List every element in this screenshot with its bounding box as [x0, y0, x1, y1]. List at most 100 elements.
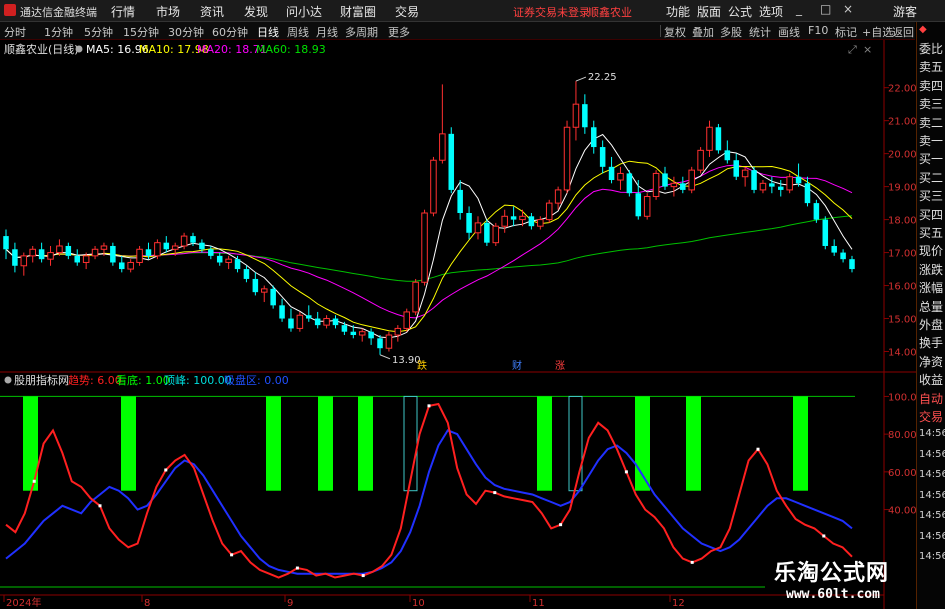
side-item-18[interactable]: 收益 — [919, 371, 943, 388]
candle-body-down — [831, 245, 837, 253]
minimize-button[interactable]: _ — [796, 2, 802, 16]
candle-body-up — [519, 215, 526, 221]
tab-15min[interactable]: 15分钟 — [123, 24, 159, 40]
candle-body-up — [20, 255, 28, 267]
menu-shichang[interactable]: 市场 — [156, 3, 180, 20]
candle-body-down — [288, 318, 294, 329]
trend-point-marker — [427, 404, 431, 408]
candle-body-down — [270, 288, 276, 306]
quote-side-panel: ◆ 委比 卖五卖四 卖三卖二 卖一 买一买二 买三买四 买五 现价涨跌 涨幅总量 外盘 换手净资 收益… — [916, 22, 945, 609]
side-item-9[interactable]: 买四 — [919, 206, 943, 223]
side-item-8[interactable]: 买三 — [919, 187, 943, 204]
side-item-13[interactable]: 涨幅 — [919, 279, 943, 296]
menu-jiaoyi[interactable]: 交易 — [395, 3, 419, 20]
tab-more[interactable]: 更多 — [388, 24, 410, 40]
fuquan-button[interactable]: 复权 — [664, 24, 686, 40]
side-item-5[interactable]: 卖一 — [919, 132, 943, 149]
candle-body-up — [385, 334, 393, 349]
menu-gongneng[interactable]: 功能 — [666, 3, 690, 20]
candle-body-up — [91, 248, 99, 257]
price-tick-label: 17.00 — [888, 249, 916, 260]
candle-body-down — [457, 189, 463, 213]
user-label[interactable]: 游客 — [893, 3, 917, 20]
candle-body-up — [403, 311, 410, 329]
ma60-label: MA60: 18.93 — [256, 43, 326, 56]
candle-body-up — [56, 245, 63, 254]
side-panel-header-icon: ◆ — [919, 24, 927, 35]
candle-body-down — [38, 249, 45, 260]
tab-weekly[interactable]: 周线 — [287, 24, 309, 40]
side-item-15[interactable]: 外盘 — [919, 316, 943, 333]
side-item-4[interactable]: 卖二 — [919, 114, 943, 131]
menu-faxian[interactable]: 发现 — [244, 3, 268, 20]
ma20-line — [5, 164, 853, 319]
back-button[interactable]: 返回 — [892, 24, 914, 40]
menu-zixun[interactable]: 资讯 — [200, 3, 224, 20]
candle-body-down — [12, 249, 18, 266]
chart-close-icon[interactable]: × — [863, 43, 872, 56]
candle-body-up — [786, 176, 793, 191]
side-item-0[interactable]: 委比 — [919, 40, 943, 57]
price-chart-title: 顺鑫农业(日线) — [4, 42, 79, 56]
side-item-14[interactable]: 总量 — [919, 298, 943, 315]
maximize-button[interactable]: □ — [820, 2, 831, 16]
tick-time-1: 14:56 — [919, 448, 945, 460]
tab-30min[interactable]: 30分钟 — [168, 24, 204, 40]
multi-stock-button[interactable]: 多股 — [720, 24, 742, 40]
candle-body-up — [492, 225, 500, 244]
tab-monthly[interactable]: 月线 — [316, 24, 338, 40]
candle-body-up — [652, 172, 660, 198]
f10-button[interactable]: F10 — [808, 24, 828, 37]
tab-60min[interactable]: 60分钟 — [212, 24, 248, 40]
candle-body-up — [741, 169, 749, 178]
trade-login-warning[interactable]: 证券交易未登录 — [513, 4, 590, 20]
high-label: 22.25 — [588, 72, 617, 83]
overlay-button[interactable]: 叠加 — [692, 24, 714, 40]
tab-daily[interactable]: 日线 — [257, 24, 279, 40]
side-item-3[interactable]: 卖三 — [919, 95, 943, 112]
extra-value: 吸盘区: 0.00 — [224, 373, 289, 387]
side-item-16[interactable]: 换手 — [919, 334, 943, 351]
bottom-signal-bar — [318, 396, 333, 491]
trend-point-marker — [361, 574, 365, 578]
tab-multi-period[interactable]: 多周期 — [345, 24, 378, 40]
close-button[interactable]: × — [843, 2, 853, 16]
tab-fenshi[interactable]: 分时 — [4, 24, 26, 40]
side-item-17[interactable]: 净资 — [919, 353, 943, 370]
candle-body-down — [680, 183, 686, 190]
tab-5min[interactable]: 5分钟 — [84, 24, 113, 40]
menu-xuanxiang[interactable]: 选项 — [759, 3, 783, 20]
menu-gongshi[interactable]: 公式 — [728, 3, 752, 20]
price-chart[interactable]: 22.00 21.00 20.00 19.00 18.00 17.00 16.00 15.00… — [0, 40, 916, 373]
side-item-7[interactable]: 买二 — [919, 169, 943, 186]
side-item-11[interactable]: 现价 — [919, 242, 943, 259]
trend-point-marker — [559, 523, 563, 527]
price-tick-label: 20.00 — [888, 150, 916, 161]
chart-expand-icon[interactable]: ⤢ — [848, 43, 857, 56]
draw-line-button[interactable]: 画线 — [778, 24, 800, 40]
menu-hangqing[interactable]: 行情 — [111, 3, 135, 20]
ma60-line — [5, 215, 853, 282]
price-tick-label: 16.00 — [888, 282, 916, 293]
side-item-19[interactable]: 自动 — [919, 390, 943, 407]
candle-body-up — [688, 169, 695, 191]
menu-caifuquan[interactable]: 财富圈 — [340, 3, 376, 20]
candle-body-down — [216, 255, 223, 263]
mark-button[interactable]: 标记 — [835, 24, 857, 40]
side-item-20[interactable]: 交易 — [919, 408, 943, 425]
indicator-settings-icon[interactable] — [4, 376, 12, 384]
menu-banmian[interactable]: 版面 — [697, 3, 721, 20]
side-item-6[interactable]: 买一 — [919, 150, 943, 167]
candle-body-down — [208, 249, 214, 256]
tab-1min[interactable]: 1分钟 — [44, 24, 73, 40]
stats-button[interactable]: 统计 — [749, 24, 771, 40]
price-axis: 22.00 21.00 20.00 19.00 18.00 17.00 16.00 15.00… — [884, 84, 916, 359]
menu-wenxiaoda[interactable]: 问小达 — [286, 3, 322, 20]
side-item-10[interactable]: 买五 — [919, 224, 943, 241]
side-item-2[interactable]: 卖四 — [919, 77, 943, 94]
side-item-1[interactable]: 卖五 — [919, 58, 943, 75]
side-item-12[interactable]: 涨跌 — [919, 261, 943, 278]
add-watchlist-button[interactable]: +自选 — [862, 24, 893, 40]
candle-body-down — [528, 216, 535, 227]
legend-settings-icon[interactable] — [75, 45, 83, 53]
